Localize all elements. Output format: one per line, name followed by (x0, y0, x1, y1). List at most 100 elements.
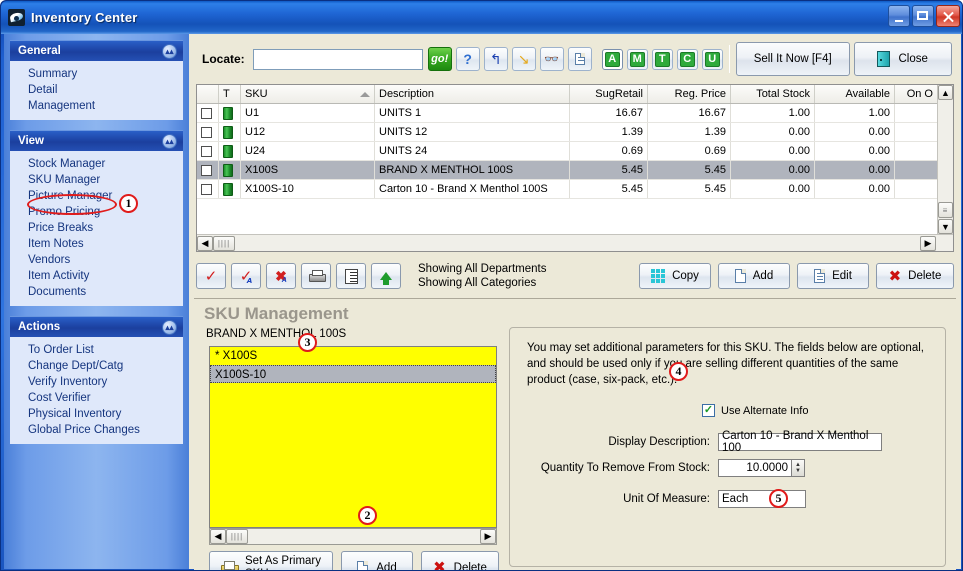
sku-scroll-left-button[interactable]: ◀ (210, 529, 226, 544)
chevron-up-icon[interactable]: ▴▴ (162, 44, 177, 59)
copy-button[interactable]: Copy (639, 263, 711, 289)
sidebar-item-physical-inventory[interactable]: Physical Inventory (10, 406, 183, 422)
sidebar-item-price-breaks[interactable]: Price Breaks (10, 220, 183, 236)
quantity-input[interactable]: 10.0000 (718, 459, 792, 477)
window-controls (888, 5, 960, 27)
display-description-row: Display Description: Carton 10 - Brand X… (520, 430, 940, 454)
check-all-a-button[interactable]: ✓ A (231, 263, 261, 289)
locate-input[interactable] (252, 48, 423, 70)
main-area: Locate: go! ? ↰ ↘ 👓 A M T C U Sell It No… (189, 34, 961, 571)
unit-of-measure-input[interactable]: Each (718, 490, 806, 508)
grid-header-t[interactable]: T (219, 85, 241, 103)
print-button[interactable] (301, 263, 331, 289)
grid-vertical-scrollbar[interactable]: ▲ ≡ ▼ (937, 85, 953, 251)
scroll-left-button[interactable]: ◀ (197, 235, 213, 251)
export-button[interactable] (371, 263, 401, 289)
sidebar-item-management[interactable]: Management (10, 98, 183, 114)
uncheck-all-a-button[interactable]: ✖ A (266, 263, 296, 289)
sidebar-item-to-order-list[interactable]: To Order List (10, 342, 183, 358)
scroll-up-button[interactable]: ▲ (938, 85, 953, 100)
table-row[interactable]: X100S BRAND X MENTHOL 100S 5.45 5.45 0.0… (197, 161, 953, 180)
scroll-right-button[interactable]: ▶ (920, 235, 936, 251)
sidebar-item-item-notes[interactable]: Item Notes (10, 236, 183, 252)
jump-button[interactable]: ↘ (511, 47, 536, 71)
sidebar-item-sku-manager[interactable]: SKU Manager (10, 172, 183, 188)
go-button[interactable]: go! (427, 47, 452, 71)
minimize-button[interactable] (888, 5, 910, 27)
sku-list-horizontal-scrollbar[interactable]: ◀ |||| ▶ (209, 528, 497, 545)
sidebar-group-header-view[interactable]: View ▴▴ (10, 130, 183, 151)
grid-horizontal-scrollbar[interactable]: ◀ |||| ▶ (197, 234, 953, 251)
chevron-up-icon[interactable]: ▴▴ (162, 320, 177, 335)
grid-header-totalstock[interactable]: Total Stock (731, 85, 815, 103)
table-row[interactable]: U1 UNITS 1 16.67 16.67 1.00 1.00 (197, 104, 953, 123)
sku-add-label: Add (376, 561, 397, 571)
preview-button[interactable] (567, 47, 592, 71)
sku-delete-button[interactable]: ✖ Delete (421, 551, 499, 570)
sku-add-button[interactable]: Add (341, 551, 413, 571)
grid-vscroll-thumb[interactable]: ≡ (938, 202, 953, 218)
use-alternate-info-checkbox[interactable]: ✓ (702, 404, 715, 417)
find-button[interactable]: 👓 (539, 47, 564, 71)
sidebar-item-cost-verifier[interactable]: Cost Verifier (10, 390, 183, 406)
row-checkbox[interactable] (201, 164, 212, 176)
refresh-button[interactable]: ↰ (483, 47, 508, 71)
table-row[interactable]: X100S-10 Carton 10 - Brand X Menthol 100… (197, 180, 953, 199)
sidebar-item-documents[interactable]: Documents (10, 284, 183, 300)
display-description-input[interactable]: Carton 10 - Brand X Menthol 100 (718, 430, 882, 454)
close-window-button[interactable] (936, 5, 960, 27)
help-button[interactable]: ? (455, 47, 480, 71)
filter-letter-u: U (704, 51, 720, 67)
grid-header-available[interactable]: Available (815, 85, 895, 103)
sidebar-item-stock-manager[interactable]: Stock Manager (10, 156, 183, 172)
edit-button[interactable]: Edit (797, 263, 869, 289)
toolbar-divider (728, 45, 730, 73)
sell-it-now-button[interactable]: Sell It Now [F4] (735, 42, 850, 76)
sidebar-group-header-actions[interactable]: Actions ▴▴ (10, 316, 183, 337)
sidebar-item-summary[interactable]: Summary (10, 66, 183, 82)
grid-header-regprice[interactable]: Reg. Price (648, 85, 731, 103)
row-checkbox[interactable] (201, 183, 212, 195)
chevron-up-icon[interactable]: ▴▴ (162, 134, 177, 149)
sidebar-item-global-price-changes[interactable]: Global Price Changes (10, 422, 183, 438)
row-checkbox[interactable] (201, 145, 212, 157)
delete-button[interactable]: ✖ Delete (876, 263, 954, 289)
sidebar-item-picture-manager[interactable]: Picture Manager (10, 188, 183, 204)
sidebar-item-promo-pricing[interactable]: Promo Pricing (10, 204, 183, 220)
sku-scroll-right-button[interactable]: ▶ (480, 529, 496, 544)
quantity-row: Quantity To Remove From Stock: 10.0000 ▲… (520, 459, 940, 477)
sidebar-group-header-general[interactable]: General ▴▴ (10, 40, 183, 61)
sidebar-item-detail[interactable]: Detail (10, 82, 183, 98)
check-all-button[interactable]: ✓ (196, 263, 226, 289)
row-checkbox[interactable] (201, 107, 212, 119)
sku-listbox[interactable]: * X100S X100S-10 (209, 346, 497, 528)
filter-button-t[interactable]: T (651, 48, 673, 70)
sku-list-item-primary[interactable]: * X100S (210, 347, 496, 365)
list-view-button[interactable] (336, 263, 366, 289)
grid-header-sugretail[interactable]: SugRetail (570, 85, 648, 103)
filter-button-u[interactable]: U (701, 48, 723, 70)
sidebar-item-item-activity[interactable]: Item Activity (10, 268, 183, 284)
set-as-primary-sku-button[interactable]: Set As Primary SKU (209, 551, 333, 570)
quantity-stepper[interactable]: ▲ ▼ (791, 459, 805, 477)
row-checkbox[interactable] (201, 126, 212, 138)
filter-button-m[interactable]: M (626, 48, 648, 70)
grid-header-checkbox[interactable] (197, 85, 219, 103)
close-button[interactable]: Close (853, 42, 952, 76)
sidebar-item-verify-inventory[interactable]: Verify Inventory (10, 374, 183, 390)
grid-header-description[interactable]: Description (375, 85, 570, 103)
grid-header-onorder[interactable]: On O (895, 85, 938, 103)
scroll-down-button[interactable]: ▼ (938, 219, 953, 234)
filter-button-c[interactable]: C (676, 48, 698, 70)
table-row[interactable]: U24 UNITS 24 0.69 0.69 0.00 0.00 (197, 142, 953, 161)
grid-hscroll-thumb[interactable]: |||| (213, 235, 235, 251)
sidebar-item-vendors[interactable]: Vendors (10, 252, 183, 268)
add-button[interactable]: Add (718, 263, 790, 289)
filter-button-a[interactable]: A (601, 48, 623, 70)
sidebar-item-change-dept-catg[interactable]: Change Dept/Catg (10, 358, 183, 374)
grid-header-sku[interactable]: SKU (241, 85, 375, 103)
sku-hscroll-thumb[interactable]: |||| (226, 529, 248, 544)
table-row[interactable]: U12 UNITS 12 1.39 1.39 0.00 0.00 (197, 123, 953, 142)
maximize-button[interactable] (912, 5, 934, 27)
sku-list-item-selected[interactable]: X100S-10 (210, 365, 496, 383)
